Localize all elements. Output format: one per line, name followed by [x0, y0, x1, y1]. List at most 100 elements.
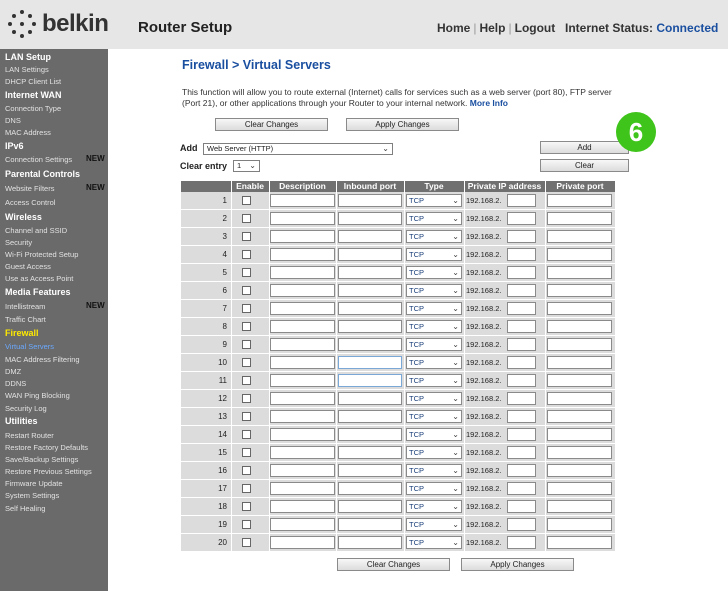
clear-button[interactable]: Clear [540, 159, 629, 172]
enable-checkbox[interactable] [242, 448, 251, 457]
private-port-input[interactable] [547, 194, 612, 207]
inbound-port-input[interactable] [338, 464, 402, 477]
private-ip-input[interactable] [507, 536, 536, 549]
enable-checkbox[interactable] [242, 286, 251, 295]
sidebar-item-mac-address[interactable]: MAC Address [5, 128, 51, 137]
apply-changes-button-top[interactable]: Apply Changes [346, 118, 459, 131]
inbound-port-input[interactable] [338, 212, 402, 225]
sidebar-item-use-as-access-point[interactable]: Use as Access Point [5, 274, 73, 283]
sidebar-item-restore-previous-settings[interactable]: Restore Previous Settings [5, 467, 92, 476]
type-select[interactable]: TCP ⌄ [406, 284, 462, 297]
help-link[interactable]: Help [479, 21, 505, 35]
inbound-port-input[interactable] [338, 248, 402, 261]
enable-checkbox[interactable] [242, 430, 251, 439]
sidebar-item-lan-settings[interactable]: LAN Settings [5, 65, 49, 74]
sidebar-item-restart-router[interactable]: Restart Router [5, 431, 54, 440]
private-port-input[interactable] [547, 482, 612, 495]
private-port-input[interactable] [547, 356, 612, 369]
sidebar-item-firmware-update[interactable]: Firmware Update [5, 479, 63, 488]
type-select[interactable]: TCP ⌄ [406, 302, 462, 315]
private-ip-input[interactable] [507, 500, 536, 513]
type-select[interactable]: TCP ⌄ [406, 482, 462, 495]
description-input[interactable] [270, 212, 335, 225]
private-ip-input[interactable] [507, 482, 536, 495]
type-select[interactable]: TCP ⌄ [406, 212, 462, 225]
clear-changes-button-top[interactable]: Clear Changes [215, 118, 328, 131]
enable-checkbox[interactable] [242, 232, 251, 241]
private-port-input[interactable] [547, 518, 612, 531]
description-input[interactable] [270, 284, 335, 297]
private-ip-input[interactable] [507, 320, 536, 333]
description-input[interactable] [270, 266, 335, 279]
private-port-input[interactable] [547, 212, 612, 225]
more-info-link[interactable]: More Info [470, 98, 508, 108]
type-select[interactable]: TCP ⌄ [406, 446, 462, 459]
private-ip-input[interactable] [507, 212, 536, 225]
description-input[interactable] [270, 428, 335, 441]
logout-link[interactable]: Logout [515, 21, 556, 35]
enable-checkbox[interactable] [242, 520, 251, 529]
inbound-port-input[interactable] [338, 428, 402, 441]
inbound-port-input[interactable] [338, 500, 402, 513]
inbound-port-input[interactable] [338, 266, 402, 279]
description-input[interactable] [270, 500, 335, 513]
description-input[interactable] [270, 464, 335, 477]
private-ip-input[interactable] [507, 302, 536, 315]
private-port-input[interactable] [547, 428, 612, 441]
enable-checkbox[interactable] [242, 340, 251, 349]
belkin-logo[interactable]: belkin [8, 10, 109, 38]
inbound-port-input[interactable] [338, 410, 402, 423]
description-input[interactable] [270, 410, 335, 423]
enable-checkbox[interactable] [242, 394, 251, 403]
inbound-port-input[interactable] [338, 482, 402, 495]
type-select[interactable]: TCP ⌄ [406, 518, 462, 531]
sidebar-item-access-control[interactable]: Access Control [5, 198, 55, 207]
private-ip-input[interactable] [507, 230, 536, 243]
private-port-input[interactable] [547, 536, 612, 549]
type-select[interactable]: TCP ⌄ [406, 428, 462, 441]
inbound-port-input[interactable] [338, 446, 402, 459]
inbound-port-input[interactable] [338, 518, 402, 531]
sidebar-item-wi-fi-protected-setup[interactable]: Wi-Fi Protected Setup [5, 250, 78, 259]
enable-checkbox[interactable] [242, 358, 251, 367]
sidebar-item-save-backup-settings[interactable]: Save/Backup Settings [5, 455, 78, 464]
private-port-input[interactable] [547, 302, 612, 315]
type-select[interactable]: TCP ⌄ [406, 392, 462, 405]
enable-checkbox[interactable] [242, 214, 251, 223]
sidebar-item-channel-and-ssid[interactable]: Channel and SSID [5, 226, 67, 235]
sidebar-item-restore-factory-defaults[interactable]: Restore Factory Defaults [5, 443, 88, 452]
sidebar-item-dns[interactable]: DNS [5, 116, 21, 125]
apply-changes-button-bottom[interactable]: Apply Changes [461, 558, 574, 571]
sidebar-item-mac-address-filtering[interactable]: MAC Address Filtering [5, 355, 80, 364]
sidebar-item-connection-type[interactable]: Connection Type [5, 104, 61, 113]
sidebar-item-virtual-servers[interactable]: Virtual Servers [5, 342, 54, 351]
sidebar-item-guest-access[interactable]: Guest Access [5, 262, 51, 271]
type-select[interactable]: TCP ⌄ [406, 194, 462, 207]
clear-changes-button-bottom[interactable]: Clear Changes [337, 558, 450, 571]
description-input[interactable] [270, 536, 335, 549]
private-ip-input[interactable] [507, 338, 536, 351]
type-select[interactable]: TCP ⌄ [406, 230, 462, 243]
enable-checkbox[interactable] [242, 268, 251, 277]
sidebar-item-dmz[interactable]: DMZ [5, 367, 21, 376]
private-port-input[interactable] [547, 374, 612, 387]
enable-checkbox[interactable] [242, 466, 251, 475]
sidebar-item-system-settings[interactable]: System Settings [5, 491, 59, 500]
enable-checkbox[interactable] [242, 484, 251, 493]
private-port-input[interactable] [547, 266, 612, 279]
private-port-input[interactable] [547, 500, 612, 513]
description-input[interactable] [270, 230, 335, 243]
description-input[interactable] [270, 302, 335, 315]
type-select[interactable]: TCP ⌄ [406, 536, 462, 549]
sidebar-item-website-filters[interactable]: Website Filters [5, 184, 54, 193]
description-input[interactable] [270, 392, 335, 405]
private-port-input[interactable] [547, 284, 612, 297]
enable-checkbox[interactable] [242, 250, 251, 259]
inbound-port-input[interactable] [338, 338, 402, 351]
clear-entry-select[interactable]: 1 ⌄ [233, 160, 260, 172]
private-port-input[interactable] [547, 446, 612, 459]
type-select[interactable]: TCP ⌄ [406, 248, 462, 261]
sidebar-item-ddns[interactable]: DDNS [5, 379, 26, 388]
description-input[interactable] [270, 338, 335, 351]
private-ip-input[interactable] [507, 266, 536, 279]
